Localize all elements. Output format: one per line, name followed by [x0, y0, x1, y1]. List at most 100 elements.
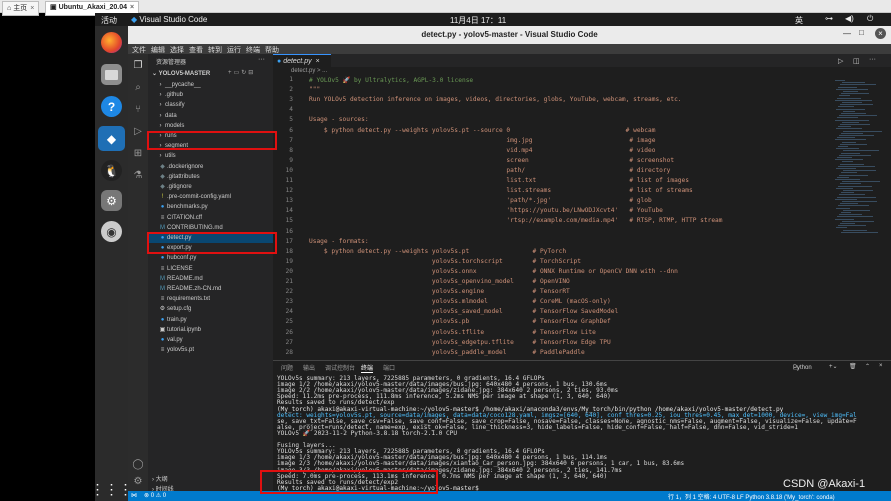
close-icon[interactable]: ×: [130, 4, 134, 11]
minimap-line: [843, 150, 879, 152]
explorer-icon[interactable]: ❐: [132, 60, 144, 72]
minimap-line: [840, 203, 858, 205]
outline-section[interactable]: › 大纲: [152, 474, 168, 483]
trash-icon[interactable]: 🗑: [849, 363, 857, 370]
minimap-line: [841, 113, 866, 114]
tab-terminal[interactable]: 终端: [361, 363, 374, 373]
line-number: 11: [285, 177, 293, 184]
menu-item[interactable]: 转到: [208, 47, 222, 54]
run-debug-icon[interactable]: ▷: [132, 126, 144, 138]
close-icon[interactable]: ×: [30, 5, 34, 12]
tab-problems[interactable]: 问题: [281, 363, 293, 372]
tree-item[interactable]: ● train.py: [148, 315, 273, 325]
menu-item[interactable]: 终端: [246, 47, 260, 54]
tab-ports[interactable]: 端口: [383, 363, 395, 372]
app-menu-vscode[interactable]: ◆ Visual Studio Code: [131, 15, 207, 24]
testing-icon[interactable]: ⚗: [132, 170, 144, 182]
tree-item[interactable]: M README.md: [148, 274, 273, 284]
breadcrumb[interactable]: detect.py > ...: [273, 67, 891, 76]
tree-item[interactable]: ≡ CITATION.cff: [148, 213, 273, 223]
file-icon: ◆: [160, 173, 165, 180]
minimap-line: [835, 119, 869, 121]
run-file-icon[interactable]: ▷: [838, 57, 843, 65]
minimap-line: [839, 174, 868, 176]
menu-item[interactable]: 编辑: [151, 47, 165, 54]
minimap-line: [843, 170, 876, 172]
host-tab-home[interactable]: ⌂ 主页 ×: [2, 1, 40, 16]
new-terminal-icon[interactable]: +⌄: [829, 363, 838, 370]
clock[interactable]: 11月4日 17：11: [450, 15, 506, 26]
maximize-icon[interactable]: □: [859, 28, 864, 37]
power-icon[interactable]: ⏻: [867, 14, 873, 24]
tree-item[interactable]: ◆ .gitattributes: [148, 172, 273, 182]
tree-item[interactable]: ⚙ setup.cfg: [148, 304, 273, 314]
tree-item[interactable]: › utils: [148, 151, 273, 161]
close-window-icon[interactable]: ×: [875, 28, 886, 39]
menu-item[interactable]: 帮助: [265, 47, 279, 54]
tree-item[interactable]: › __pycache__: [148, 80, 273, 90]
remote-icon[interactable]: ⋈: [131, 492, 137, 499]
tree-item[interactable]: › .github: [148, 90, 273, 100]
volume-icon[interactable]: ◀): [845, 14, 854, 23]
close-panel-icon[interactable]: ×: [879, 363, 883, 369]
tree-item-label: README.zh-CN.md: [167, 286, 222, 292]
files-icon[interactable]: [101, 64, 122, 85]
line-number: 10: [285, 166, 293, 174]
tree-item[interactable]: ▣ tutorial.ipynb: [148, 325, 273, 335]
tree-item[interactable]: ◆ .gitignore: [148, 182, 273, 192]
disc-icon[interactable]: ◉: [101, 221, 122, 242]
window-titlebar: detect.py - yolov5-master - Visual Studi…: [128, 26, 891, 44]
ubuntu-top-panel: 活动 ◆ Visual Studio Code 11月4日 17：11 英 ⊶ …: [95, 13, 891, 26]
extensions-icon[interactable]: ⊞: [132, 148, 144, 160]
help-icon[interactable]: ?: [101, 96, 122, 117]
menu-item[interactable]: 文件: [132, 47, 146, 54]
split-editor-icon[interactable]: ◫: [853, 57, 860, 65]
maximize-panel-icon[interactable]: ⌃: [865, 363, 870, 370]
code-view[interactable]: 1 # YOLOv5 🚀 by Ultralytics, AGPL-3.0 lic…: [273, 76, 833, 360]
tab-output[interactable]: 输出: [303, 363, 315, 372]
tree-item[interactable]: M README.zh-CN.md: [148, 284, 273, 294]
tree-item[interactable]: ● benchmarks.py: [148, 202, 273, 212]
minimize-icon[interactable]: —: [843, 29, 851, 38]
search-icon[interactable]: ⌕: [132, 82, 144, 94]
tree-item[interactable]: › models: [148, 121, 273, 131]
tree-item[interactable]: › classify: [148, 100, 273, 110]
menu-item[interactable]: 运行: [227, 47, 241, 54]
tree-item[interactable]: ! .pre-commit-config.yaml: [148, 192, 273, 202]
close-icon[interactable]: ×: [316, 58, 320, 65]
tree-item[interactable]: ≡ requirements.txt: [148, 294, 273, 304]
tree-item[interactable]: ≡ yolov5s.pt: [148, 345, 273, 355]
menu-item[interactable]: 查看: [189, 47, 203, 54]
menu-item[interactable]: 选择: [170, 47, 184, 54]
tree-item[interactable]: ● hubconf.py: [148, 253, 273, 263]
qq-icon[interactable]: 🐧: [101, 160, 122, 181]
workspace-root[interactable]: ⌄ YOLOV5-MASTER: [152, 70, 210, 77]
tree-item[interactable]: ◆ .dockerignore: [148, 162, 273, 172]
collapse-icon[interactable]: ⊟: [248, 70, 255, 76]
account-icon[interactable]: ◯: [132, 459, 144, 471]
problems-count[interactable]: ⊗ 0 ⚠ 0: [144, 492, 166, 499]
vscode-icon[interactable]: ◆: [98, 126, 125, 151]
activities-button[interactable]: 活动: [101, 15, 117, 26]
show-apps-icon[interactable]: ⋮⋮⋮: [91, 479, 133, 500]
minimap[interactable]: [833, 76, 883, 360]
input-method[interactable]: 英: [795, 15, 803, 26]
minimap-line: [835, 80, 845, 81]
minimap-line: [842, 121, 859, 123]
manage-gear-icon[interactable]: ⚙: [132, 476, 144, 488]
file-icon: ◆: [160, 184, 165, 190]
vm-icon: ▣: [50, 4, 59, 11]
source-control-icon[interactable]: ⑂: [132, 104, 144, 116]
tree-item[interactable]: › data: [148, 111, 273, 121]
tab-debug-console[interactable]: 调试控制台: [325, 363, 355, 372]
firefox-icon[interactable]: [101, 32, 122, 53]
tab-detect-py[interactable]: ● detect.py ×: [273, 54, 331, 67]
minimap-line: [840, 143, 867, 145]
network-icon[interactable]: ⊶: [825, 14, 833, 23]
more-actions-icon[interactable]: ···: [258, 56, 265, 63]
settings-app-icon[interactable]: ⚙: [101, 190, 122, 211]
tree-item[interactable]: ≡ LICENSE: [148, 264, 273, 274]
status-right[interactable]: 行 1，列 1 空格: 4 UTF-8 LF Python 3.8.18 ('M…: [668, 492, 835, 501]
tree-item[interactable]: ● val.py: [148, 335, 273, 345]
editor-more-icon[interactable]: ···: [869, 56, 876, 63]
